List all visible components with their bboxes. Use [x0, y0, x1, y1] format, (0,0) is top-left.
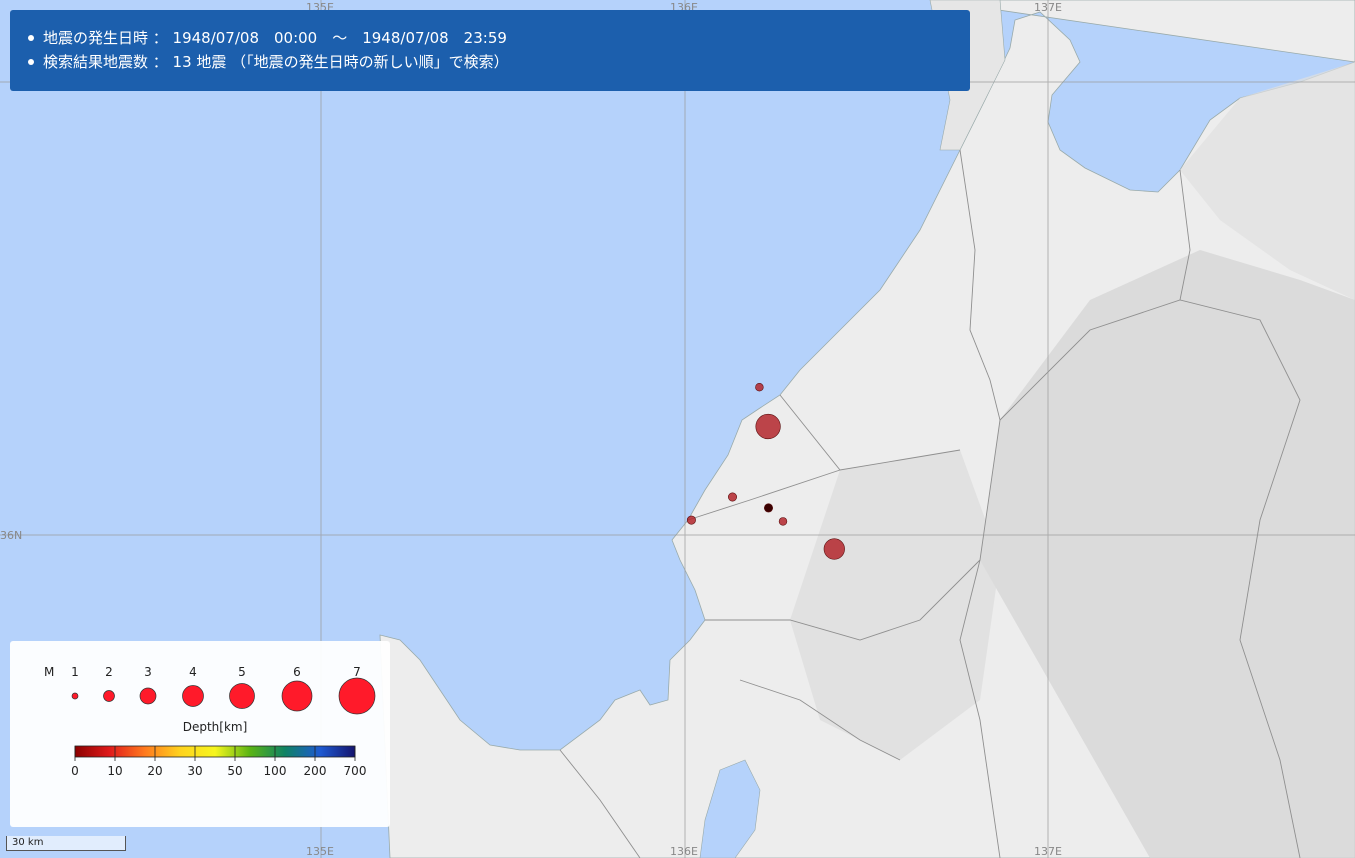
magnitude-scale: 1 2 3 4 5 6 7 [71, 665, 376, 715]
magnitude-circle [229, 683, 255, 709]
magnitude-circle [139, 687, 157, 705]
bullet-icon [28, 59, 34, 65]
bullet-icon [28, 35, 34, 41]
depth-tick-label: 50 [227, 764, 242, 778]
magnitude-label: M [44, 665, 54, 679]
result-count-row: 検索結果地震数 ： 13 地震 （「地震の発生日時の新しい順」で検索） [28, 50, 970, 74]
scale-bar: 30 km [6, 836, 126, 851]
map-legend: M 1 2 3 4 5 6 7 Depth[km] 0 10 20 30 50 100 200 700 [10, 641, 390, 827]
magnitude-circle [281, 680, 313, 712]
grid-label-135e-bottom: 135E [306, 845, 334, 858]
date-range-text: 地震の発生日時 ： 1948/07/08 00:00 ～ 1948/07/08 … [43, 29, 507, 47]
magnitude-circle [182, 685, 204, 707]
depth-tick-label: 0 [71, 764, 79, 778]
earthquake-marker[interactable] [823, 538, 845, 560]
earthquake-marker[interactable] [755, 413, 781, 440]
magnitude-circle [103, 690, 115, 702]
depth-color-bar [74, 745, 356, 758]
grid-label-137e-top: 137E [1034, 1, 1062, 14]
grid-label-136e-bottom: 136E [670, 845, 698, 858]
magnitude-circle [338, 677, 376, 715]
depth-gradient [74, 745, 356, 758]
earthquake-marker[interactable] [778, 517, 788, 526]
earthquake-marker[interactable] [727, 492, 737, 502]
search-summary-panel: 地震の発生日時 ： 1948/07/08 00:00 ～ 1948/07/08 … [10, 10, 970, 91]
depth-title: Depth[km] [183, 720, 248, 734]
depth-tick-label: 10 [107, 764, 122, 778]
earthquake-marker[interactable] [763, 503, 773, 513]
magnitude-value: 6 [293, 665, 301, 679]
depth-tick-label: 200 [304, 764, 327, 778]
result-count-text: 検索結果地震数 ： 13 地震 （「地震の発生日時の新しい順」で検索） [43, 53, 509, 71]
magnitude-value: 4 [189, 665, 197, 679]
earthquake-marker[interactable] [686, 515, 696, 525]
earthquake-marker[interactable] [755, 383, 764, 392]
magnitude-value: 1 [71, 665, 79, 679]
magnitude-value: 3 [144, 665, 152, 679]
date-range-row: 地震の発生日時 ： 1948/07/08 00:00 ～ 1948/07/08 … [28, 26, 970, 50]
magnitude-value: 5 [238, 665, 246, 679]
depth-tick-label: 30 [187, 764, 202, 778]
depth-tick-label: 700 [344, 764, 367, 778]
depth-tick-label: 20 [147, 764, 162, 778]
magnitude-value: 7 [353, 665, 361, 679]
grid-label-137e-bottom: 137E [1034, 845, 1062, 858]
grid-label-36n: 36N [0, 529, 22, 542]
magnitude-circle [71, 692, 79, 700]
depth-tick-label: 100 [264, 764, 287, 778]
magnitude-value: 2 [105, 665, 113, 679]
